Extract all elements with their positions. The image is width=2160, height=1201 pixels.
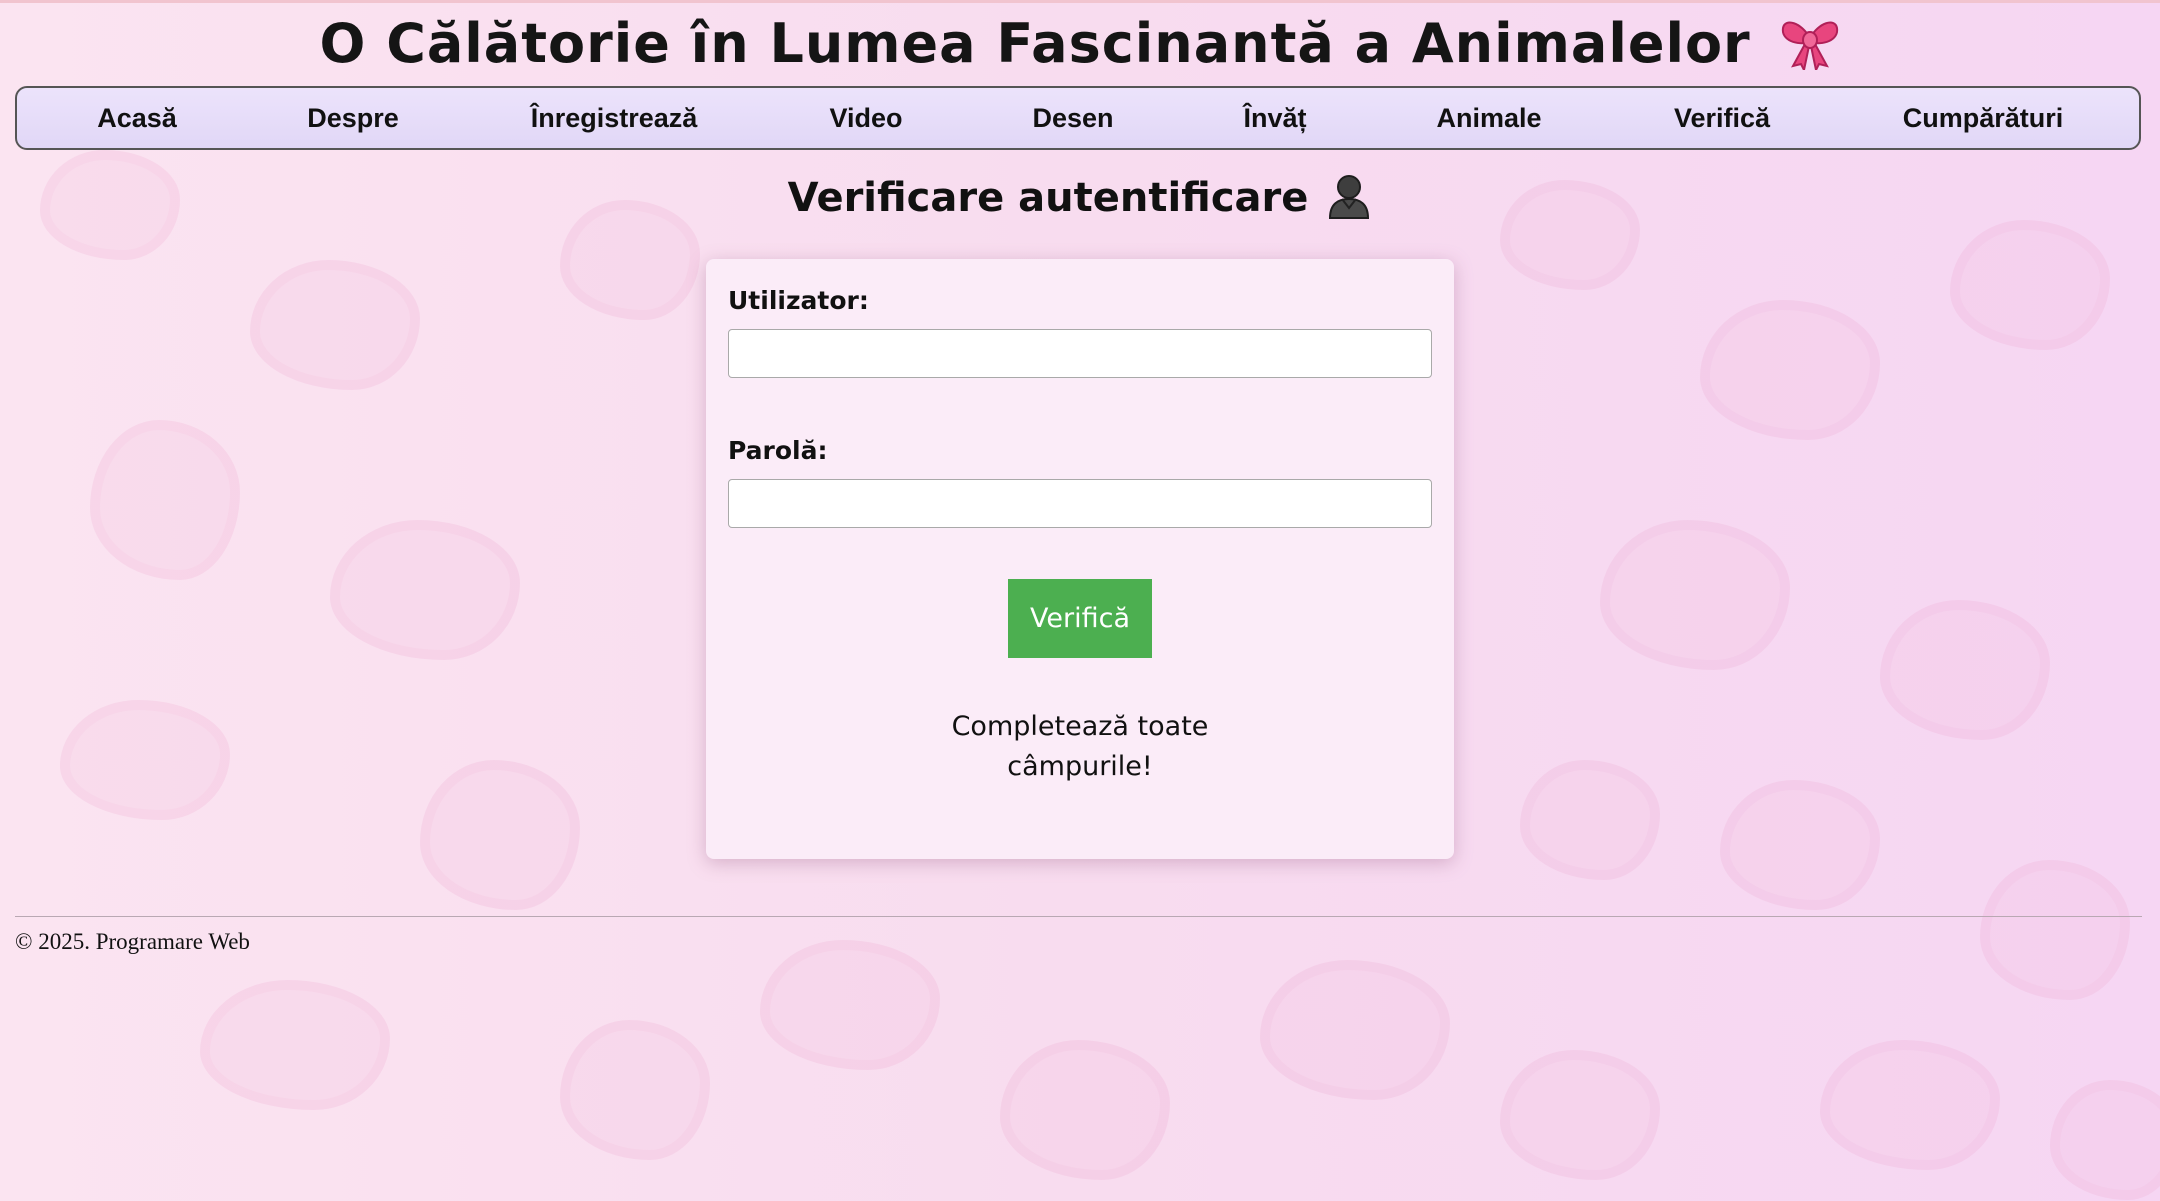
main-navigation: Acasă Despre Înregistrează Video Desen Î… <box>15 86 2141 150</box>
page-heading: Verificare autentificare <box>0 170 2160 226</box>
site-header: O Călătorie în Lumea Fascinantă a Animal… <box>0 8 2160 80</box>
footer-divider <box>15 916 2142 917</box>
username-label: Utilizator: <box>728 286 869 315</box>
nav-item-cumparaturi[interactable]: Cumpărături <box>1903 88 2064 148</box>
person-silhouette-icon <box>1329 175 1370 219</box>
nav-item-inregistreaza[interactable]: Înregistrează <box>531 88 698 148</box>
top-border-line <box>0 0 2160 3</box>
nav-item-verifica[interactable]: Verifică <box>1674 88 1770 148</box>
login-check-form: Utilizator: Parolă: Verifică Completează… <box>706 259 1454 859</box>
nav-item-animale[interactable]: Animale <box>1436 88 1541 148</box>
password-label: Parolă: <box>728 436 828 465</box>
username-input[interactable] <box>728 329 1432 378</box>
ribbon-bow-icon <box>1781 21 1838 71</box>
nav-item-acasa[interactable]: Acasă <box>97 88 177 148</box>
page-heading-text: Verificare autentificare <box>787 175 1309 221</box>
nav-item-video[interactable]: Video <box>829 88 902 148</box>
nav-item-despre[interactable]: Despre <box>307 88 399 148</box>
nav-item-desen[interactable]: Desen <box>1032 88 1113 148</box>
verify-button[interactable]: Verifică <box>1008 579 1152 658</box>
footer-copyright: © 2025. Programare Web <box>15 929 250 954</box>
password-input[interactable] <box>728 479 1432 528</box>
site-title: O Călătorie în Lumea Fascinantă a Animal… <box>319 12 1751 75</box>
status-message: Completează toate câmpurile! <box>951 711 1209 782</box>
nav-item-invat[interactable]: Învăț <box>1243 88 1306 148</box>
